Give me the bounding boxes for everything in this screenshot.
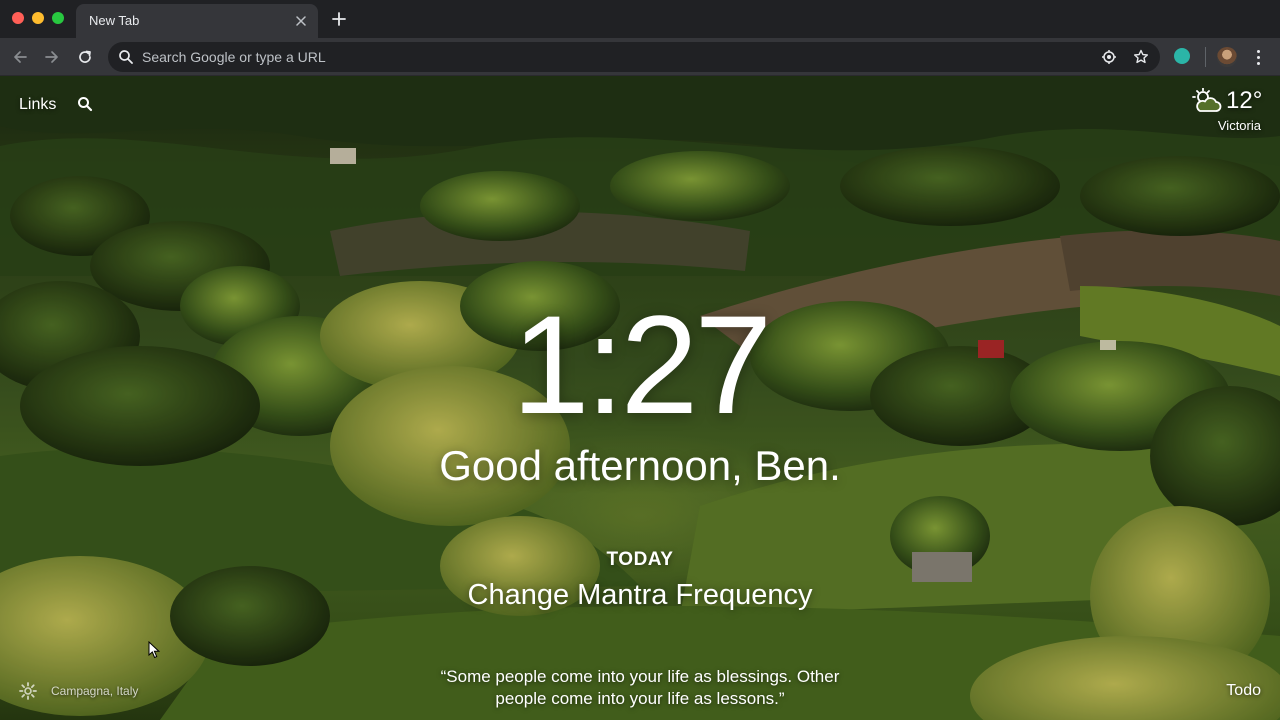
search-icon xyxy=(119,50,133,64)
clock: 1:27 xyxy=(511,286,772,443)
reload-icon xyxy=(79,50,91,63)
focus-task[interactable]: Change Mantra Frequency xyxy=(0,579,1280,612)
search-icon[interactable] xyxy=(77,96,93,112)
todo-button[interactable]: Todo xyxy=(1226,682,1261,700)
profile-avatar[interactable] xyxy=(1217,47,1237,67)
forward-button[interactable] xyxy=(40,45,64,69)
greeting: Good afternoon, Ben. xyxy=(439,442,841,489)
location-target-icon[interactable] xyxy=(1100,48,1118,66)
tab-strip: New Tab xyxy=(0,0,1280,38)
tab-title: New Tab xyxy=(89,13,140,28)
back-button[interactable] xyxy=(8,45,32,69)
new-tab-page: Links 12° Victoria 1:27 Good afternoon, … xyxy=(0,76,1280,720)
tab-new-tab[interactable]: New Tab xyxy=(76,4,318,38)
reload-button[interactable] xyxy=(73,45,97,69)
mouse-cursor-icon xyxy=(148,641,160,659)
partly-cloudy-icon[interactable] xyxy=(1192,88,1222,114)
browser-toolbar xyxy=(0,38,1280,76)
weather-temperature[interactable]: 12° xyxy=(1226,87,1262,115)
extension-icon[interactable] xyxy=(1174,48,1190,64)
daily-quote: “Some people come into your life as bles… xyxy=(440,667,840,708)
links-button[interactable]: Links xyxy=(19,96,56,114)
background-location[interactable]: Campagna, Italy xyxy=(51,684,138,698)
browser-menu-button[interactable] xyxy=(1250,46,1266,68)
new-tab-button[interactable] xyxy=(328,8,350,30)
gear-icon[interactable] xyxy=(19,682,37,700)
plus-icon xyxy=(332,12,346,26)
focus-label: TODAY xyxy=(606,549,674,570)
toolbar-divider xyxy=(1205,47,1206,67)
arrow-right-icon xyxy=(45,51,58,63)
weather-location[interactable]: Victoria xyxy=(1218,118,1261,133)
fullscreen-window-button[interactable] xyxy=(52,12,64,24)
close-icon[interactable] xyxy=(292,12,310,30)
address-bar[interactable] xyxy=(108,42,1160,72)
bookmark-star-icon[interactable] xyxy=(1132,48,1150,66)
close-window-button[interactable] xyxy=(12,12,24,24)
arrow-left-icon xyxy=(14,51,27,63)
address-input[interactable] xyxy=(140,42,1040,72)
minimize-window-button[interactable] xyxy=(32,12,44,24)
